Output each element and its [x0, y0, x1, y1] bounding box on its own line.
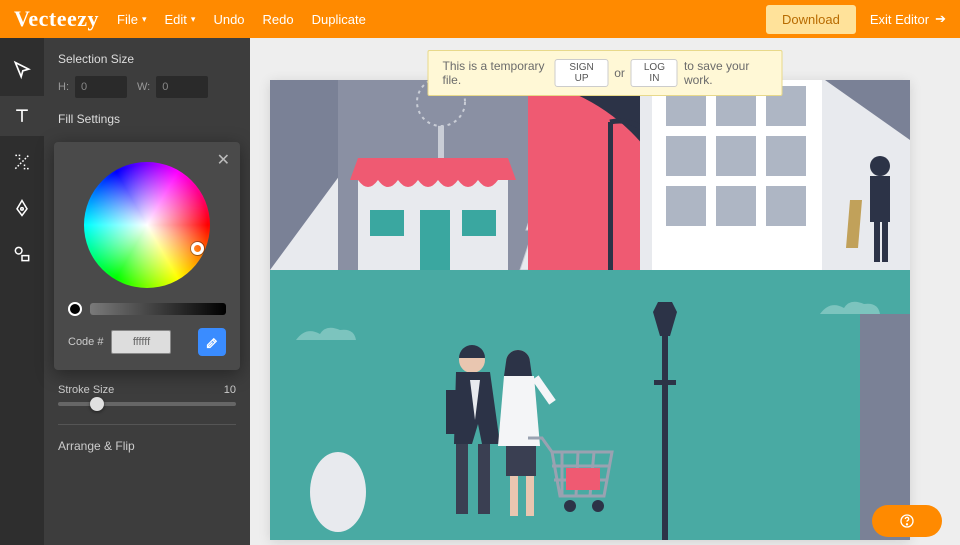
chevron-down-icon: ▾: [191, 14, 196, 25]
exit-editor-button[interactable]: Exit Editor➔: [870, 11, 946, 27]
color-code-label: Code #: [68, 336, 103, 348]
arrange-flip-label: Arrange & Flip: [44, 439, 250, 453]
width-label: W:: [137, 81, 150, 93]
login-button[interactable]: LOG IN: [631, 59, 678, 87]
height-label: H:: [58, 81, 69, 93]
tool-strip: [0, 38, 44, 545]
menu-undo[interactable]: Undo: [213, 12, 244, 27]
tool-select[interactable]: [0, 50, 44, 90]
top-bar: Vecteezy File▾ Edit▾ Undo Redo Duplicate…: [0, 0, 960, 38]
eyedropper-icon: [205, 335, 220, 350]
fill-settings-label: Fill Settings: [58, 112, 236, 126]
brightness-swatch: [68, 302, 82, 316]
stroke-size-value: 10: [224, 384, 236, 396]
help-button[interactable]: [872, 505, 942, 537]
canvas-area: This is a temporary file. SIGN UP or LOG…: [250, 38, 960, 545]
eyedropper-button[interactable]: [198, 328, 226, 356]
properties-panel: Selection Size H: W: Fill Settings ✕ Cod…: [44, 38, 250, 545]
color-code-input[interactable]: [111, 330, 171, 354]
chevron-down-icon: ▾: [142, 14, 147, 25]
menu-duplicate[interactable]: Duplicate: [312, 12, 366, 27]
download-button[interactable]: Download: [766, 5, 856, 34]
divider: [58, 424, 236, 425]
logo: Vecteezy: [14, 6, 99, 32]
menu-redo[interactable]: Redo: [263, 12, 294, 27]
artwork-canvas[interactable]: [270, 80, 910, 540]
stroke-size-label: Stroke Size: [58, 384, 114, 396]
width-input[interactable]: [156, 76, 208, 98]
close-icon[interactable]: ✕: [217, 150, 230, 170]
main-menu: File▾ Edit▾ Undo Redo Duplicate: [117, 12, 366, 27]
arrow-right-icon: ➔: [935, 11, 946, 27]
tool-text[interactable]: [0, 96, 44, 136]
temp-file-notice: This is a temporary file. SIGN UP or LOG…: [428, 50, 783, 96]
tool-shapes[interactable]: [0, 234, 44, 274]
selection-size-label: Selection Size: [58, 52, 236, 66]
menu-file[interactable]: File▾: [117, 12, 146, 27]
brightness-slider[interactable]: [90, 303, 226, 315]
help-icon: [899, 513, 915, 529]
menu-edit[interactable]: Edit▾: [165, 12, 196, 27]
stroke-size-slider[interactable]: [58, 402, 236, 406]
color-wheel[interactable]: [84, 162, 210, 288]
fill-settings-popover: ✕ Code #: [54, 142, 240, 370]
tool-scale[interactable]: [0, 142, 44, 182]
slider-handle[interactable]: [90, 397, 104, 411]
height-input[interactable]: [75, 76, 127, 98]
color-wheel-handle[interactable]: [191, 242, 204, 255]
signup-button[interactable]: SIGN UP: [555, 59, 608, 87]
tool-pen[interactable]: [0, 188, 44, 228]
